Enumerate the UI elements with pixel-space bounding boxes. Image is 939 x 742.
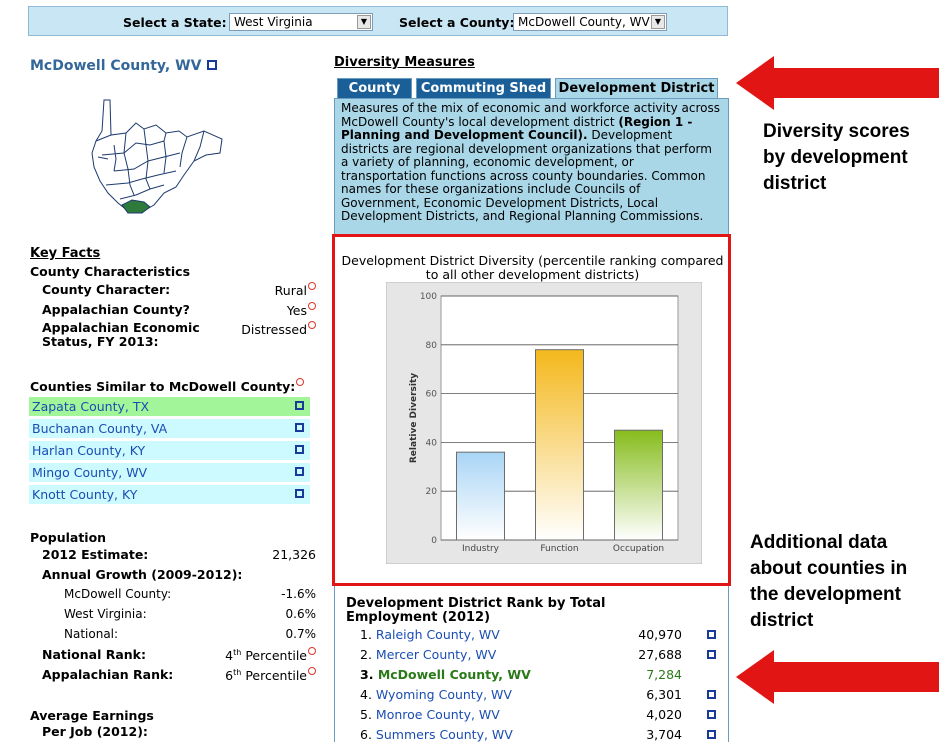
similar-county-item[interactable]: Knott County, KY [29, 485, 310, 504]
popup-icon[interactable] [295, 467, 304, 476]
county-select[interactable]: McDowell County, WV ▼ [513, 13, 667, 31]
red-arrow-shape [736, 650, 939, 704]
county-title: McDowell County, WV [30, 58, 218, 74]
key-facts-heading: Key Facts [30, 246, 101, 261]
popup-icon[interactable] [707, 650, 716, 659]
red-arrow-shape [736, 56, 939, 110]
rank-row: 2. Mercer County, WV 27,688 [360, 647, 720, 665]
info-icon[interactable] [308, 667, 316, 675]
red-arrow-top [736, 56, 939, 110]
county-select-label: Select a County: [399, 15, 515, 30]
popup-icon[interactable] [295, 489, 304, 498]
chevron-down-icon[interactable]: ▼ [651, 15, 665, 29]
similar-county-item[interactable]: Harlan County, KY [29, 441, 310, 460]
popup-icon[interactable] [707, 730, 716, 739]
rank-heading: Development District Rank by Total Emplo… [346, 596, 606, 625]
rank-row: 4. Wyoming County, WV 6,301 [360, 687, 720, 705]
tab-county[interactable]: County [337, 78, 412, 99]
annotation-additional-data: Additional data about counties in the de… [750, 532, 908, 631]
popup-icon[interactable] [207, 60, 218, 70]
annotation-diversity-scores: Diversity scores by development district [763, 121, 910, 194]
chevron-down-icon[interactable]: ▼ [357, 15, 371, 29]
rank-row-current: 3. McDowell County, WV 7,284 [360, 667, 682, 682]
state-select-label: Select a State: [123, 15, 227, 30]
rank-row: 1. Raleigh County, WV 40,970 [360, 627, 720, 645]
county-title-text: McDowell County, WV [30, 58, 202, 74]
county-select-value: McDowell County, WV [518, 15, 650, 29]
info-icon[interactable] [308, 302, 316, 310]
popup-icon[interactable] [295, 423, 304, 432]
similar-county-item[interactable]: Zapata County, TX [29, 397, 310, 416]
diversity-description: Measures of the mix of economic and work… [334, 98, 729, 235]
similar-county-item[interactable]: Buchanan County, VA [29, 419, 310, 438]
similar-counties-heading: Counties Similar to McDowell County: [30, 378, 305, 394]
popup-icon[interactable] [707, 630, 716, 639]
red-arrow-bottom [736, 650, 939, 704]
popup-icon[interactable] [707, 710, 716, 719]
highlight-box [332, 234, 731, 586]
similar-county-item[interactable]: Mingo County, WV [29, 463, 310, 482]
west-virginia-map [91, 99, 223, 214]
popup-icon[interactable] [295, 445, 304, 454]
info-icon[interactable] [296, 378, 305, 386]
info-icon[interactable] [308, 282, 316, 290]
tab-development-district[interactable]: Development District [555, 78, 718, 99]
popup-icon[interactable] [295, 401, 304, 410]
info-icon[interactable] [308, 321, 316, 329]
info-icon[interactable] [308, 647, 316, 655]
tab-commuting-shed[interactable]: Commuting Shed [416, 78, 551, 99]
rank-row: 6. Summers County, WV 3,704 [360, 727, 720, 742]
rank-row: 5. Monroe County, WV 4,020 [360, 707, 720, 725]
popup-icon[interactable] [707, 690, 716, 699]
state-county-selector-bar: Select a State: West Virginia ▼ Select a… [28, 6, 728, 36]
diversity-measures-heading: Diversity Measures [334, 55, 475, 70]
state-select-value: West Virginia [234, 15, 313, 29]
state-select[interactable]: West Virginia ▼ [229, 13, 373, 31]
